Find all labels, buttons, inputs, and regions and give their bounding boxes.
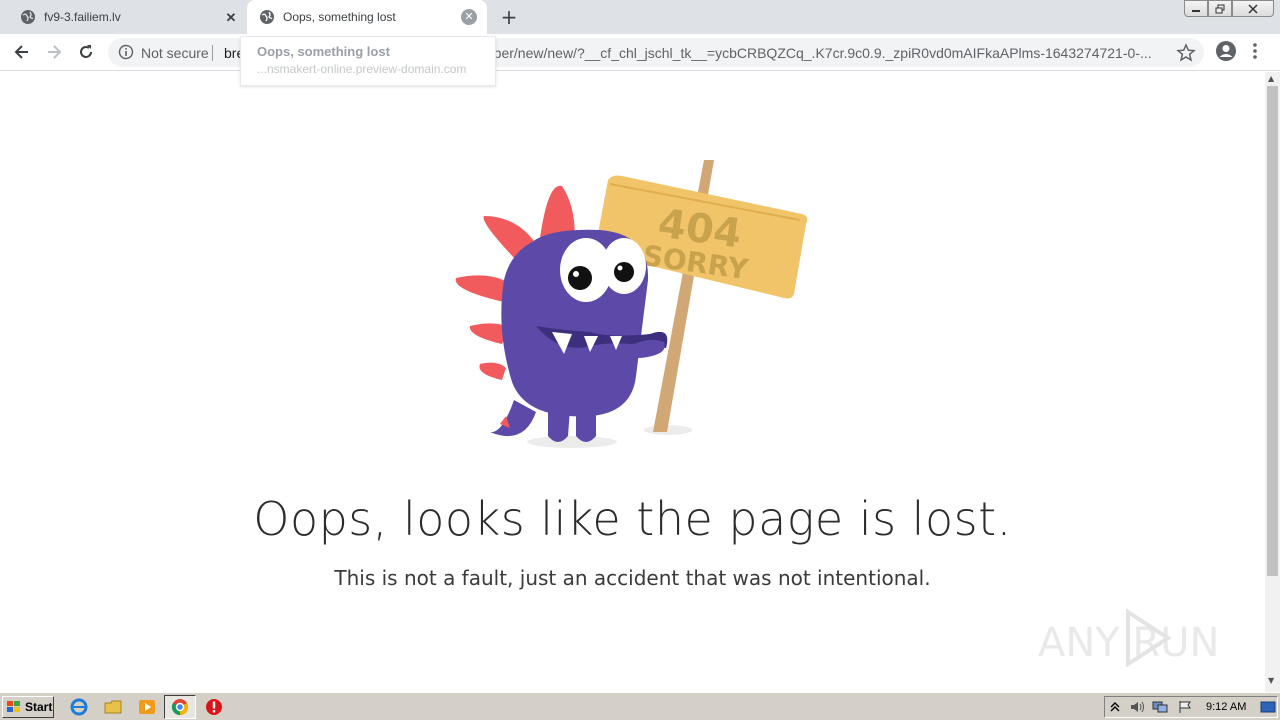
volume-icon[interactable] — [1129, 700, 1145, 714]
info-icon[interactable] — [118, 44, 134, 60]
profile-icon[interactable] — [1215, 40, 1237, 62]
start-label: Start — [25, 700, 53, 714]
close-icon — [1248, 3, 1258, 14]
tab-close-icon[interactable]: ✕ — [223, 9, 239, 25]
globe-icon — [260, 10, 274, 24]
scroll-down-icon[interactable]: ▼ — [1268, 676, 1274, 685]
vertical-scrollbar[interactable]: ▲ ▼ — [1265, 72, 1280, 692]
restore-icon — [1215, 4, 1225, 13]
error-headline: Oops, looks like the page is lost. — [253, 492, 1012, 546]
browser-toolbar: Not secure bre etber/new/new/?__cf_chl_j… — [0, 34, 1280, 71]
action-center-flag-icon[interactable] — [1177, 700, 1193, 714]
tray-expand-icon[interactable] — [1109, 700, 1121, 714]
internet-explorer-icon[interactable] — [70, 698, 88, 716]
scroll-up-icon[interactable]: ▲ — [1268, 74, 1274, 83]
show-desktop-icon[interactable] — [1260, 701, 1276, 713]
scroll-thumb[interactable] — [1267, 86, 1278, 576]
chrome-taskbar-button[interactable] — [164, 695, 196, 719]
minimize-button[interactable] — [1184, 0, 1208, 17]
folder-icon[interactable] — [104, 698, 122, 716]
back-button[interactable] — [10, 40, 34, 64]
address-url: etber/new/new/?__cf_chl_jschl_tk__=ycbCR… — [482, 45, 1152, 61]
stop-icon[interactable] — [205, 698, 223, 716]
forward-button[interactable] — [42, 40, 66, 64]
system-tray — [1104, 696, 1278, 718]
tab-close-icon[interactable]: ✕ — [461, 9, 477, 25]
error-subline: This is not a fault, just an accident th… — [334, 566, 931, 590]
media-player-icon[interactable] — [138, 698, 156, 716]
back-arrow-icon — [14, 45, 28, 59]
tab-hover-card: Oops, something lost ...nsmakert-online.… — [240, 36, 496, 86]
anyrun-watermark: ANY RUN — [1038, 608, 1219, 668]
close-window-button[interactable] — [1232, 0, 1274, 17]
hover-card-title: Oops, something lost — [257, 44, 390, 59]
star-icon[interactable] — [1176, 43, 1196, 63]
monster-404-illustration: 404 SORRY — [455, 160, 808, 448]
security-label: Not secure — [141, 45, 209, 61]
minimize-icon — [1192, 9, 1200, 12]
menu-icon[interactable] — [1252, 42, 1258, 60]
new-tab-button[interactable]: + — [498, 5, 520, 29]
start-button[interactable]: Start — [2, 696, 54, 718]
tab-strip: fv9-3.failiem.lv ✕ Oops, something lost … — [0, 0, 1280, 34]
forward-arrow-icon — [48, 45, 62, 59]
network-icon[interactable] — [1151, 700, 1169, 714]
address-separator — [212, 45, 213, 61]
restore-button[interactable] — [1208, 0, 1232, 17]
chrome-icon — [171, 699, 189, 716]
globe-icon — [21, 10, 35, 24]
tab-title: Oops, something lost — [283, 10, 396, 24]
hover-card-domain: ...nsmakert-online.preview-domain.com — [257, 62, 467, 76]
taskbar-clock: 9:12 AM — [1206, 701, 1247, 713]
tab-failiem[interactable]: fv9-3.failiem.lv ✕ — [0, 0, 247, 34]
windows-logo-icon — [7, 701, 20, 712]
reload-button[interactable] — [74, 40, 98, 64]
tab-oops[interactable]: Oops, something lost ✕ — [247, 0, 487, 34]
tab-title: fv9-3.failiem.lv — [44, 10, 121, 24]
windows-taskbar: Start 9:12 AM — [0, 692, 1280, 720]
reload-icon — [80, 45, 92, 58]
